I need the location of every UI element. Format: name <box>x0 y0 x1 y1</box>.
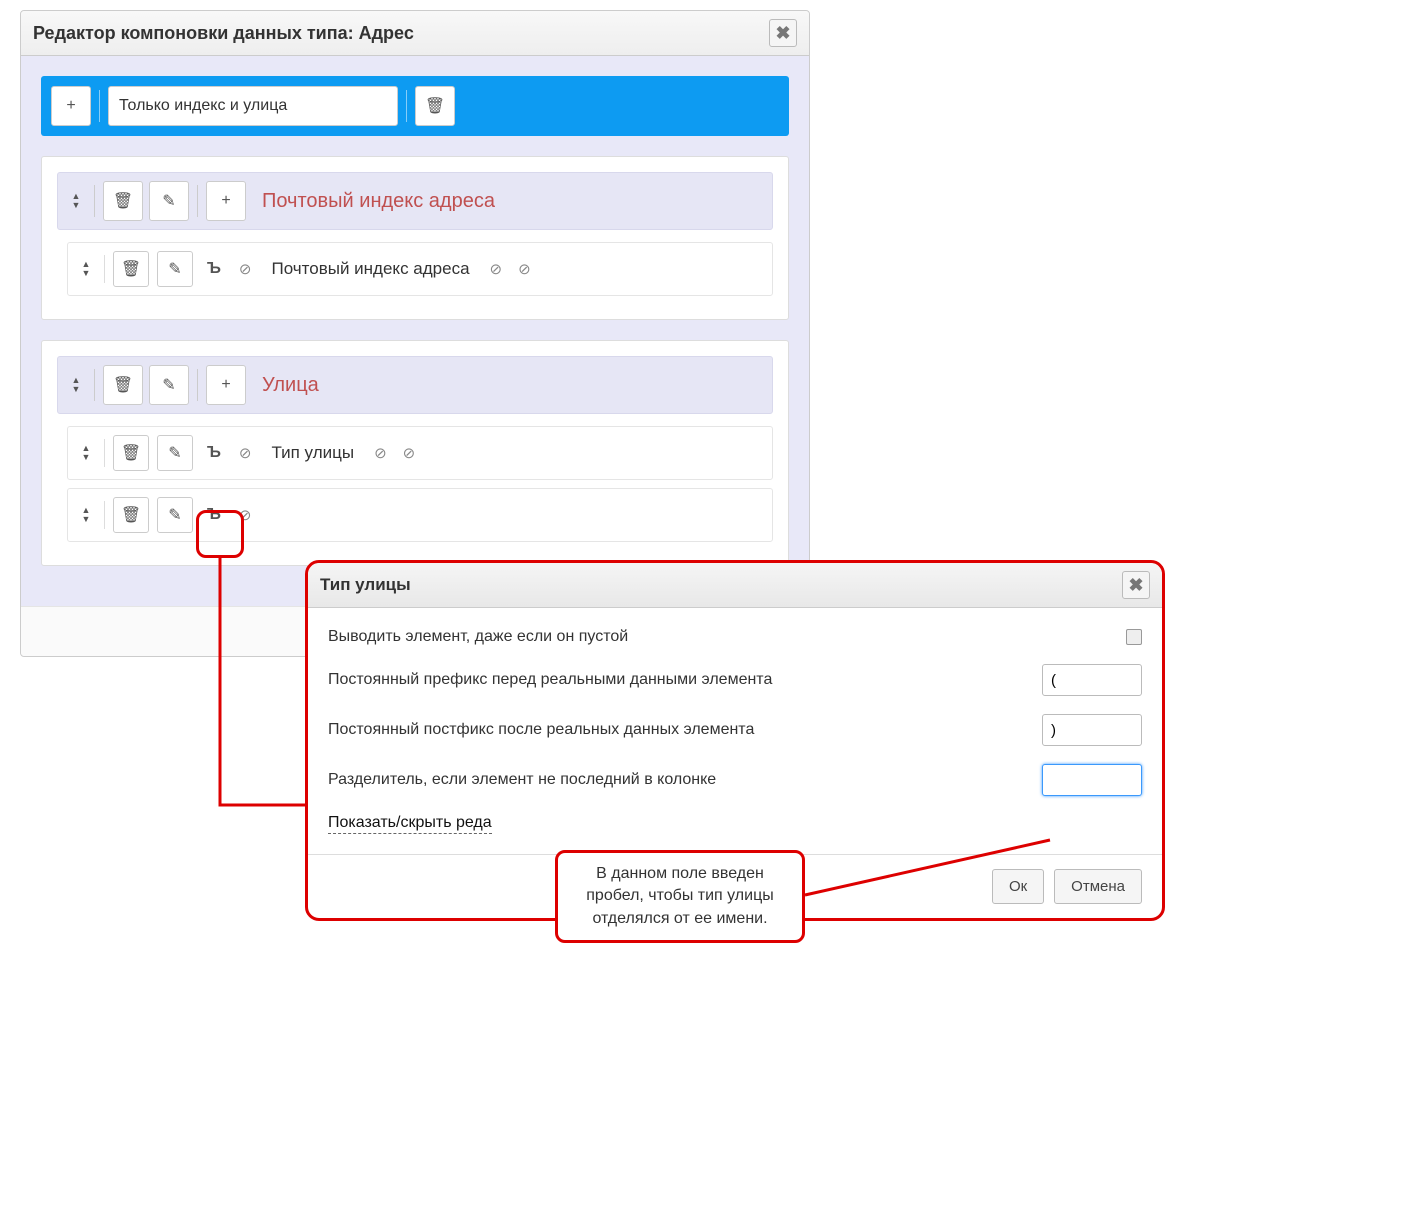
annotation-callout: В данном поле введен пробел, чтобы тип у… <box>555 850 805 943</box>
ok-button[interactable]: Ок <box>992 869 1044 904</box>
separator <box>104 439 105 467</box>
separator <box>197 185 198 217</box>
form-row-separator: Разделитель, если элемент не последний в… <box>328 764 1142 796</box>
form-row-postfix: Постоянный постфикс после реальных данны… <box>328 714 1142 746</box>
reorder-handle[interactable]: ▲▼ <box>76 506 96 524</box>
ban-icon: ⊘ <box>239 506 252 524</box>
add-layout-button[interactable]: + <box>51 86 91 126</box>
separator <box>406 90 407 122</box>
delete-section-button[interactable]: 🗑 <box>103 181 143 221</box>
close-icon: ✖ <box>1128 575 1143 596</box>
field-row: ▲▼ 🗑 ✎ Ъ ⊘ Почтовый индекс адреса ⊘ ⊘ <box>67 242 773 296</box>
toggle-editor-link[interactable]: Показать/скрыть реда <box>328 814 492 834</box>
ban-icon: ⊘ <box>403 444 416 462</box>
ban-icon: ⊘ <box>490 260 503 278</box>
close-icon: ✖ <box>775 23 790 44</box>
panel-title: Редактор компоновки данных типа: Адрес <box>33 23 414 44</box>
pencil-icon: ✎ <box>168 505 181 525</box>
section-street: ▲▼ 🗑 ✎ + Улица ▲▼ 🗑 ✎ Ъ ⊘ Тип улицы ⊘ ⊘ <box>41 340 789 566</box>
delete-section-button[interactable]: 🗑 <box>103 365 143 405</box>
trash-icon: 🗑 <box>425 96 445 116</box>
section-postal: ▲▼ 🗑 ✎ + Почтовый индекс адреса ▲▼ 🗑 ✎ Ъ… <box>41 156 789 320</box>
separator <box>197 369 198 401</box>
separator <box>94 369 95 401</box>
dialog-body: Выводить элемент, даже если он пустой По… <box>308 608 1162 854</box>
prefix-input[interactable] <box>1042 664 1142 696</box>
layout-name-input[interactable] <box>108 86 398 126</box>
section-header: ▲▼ 🗑 ✎ + Почтовый индекс адреса <box>57 172 773 230</box>
panel-header: Редактор компоновки данных типа: Адрес ✖ <box>21 11 809 56</box>
lock-icon: Ъ <box>207 260 221 278</box>
trash-icon: 🗑 <box>121 443 141 463</box>
section-header: ▲▼ 🗑 ✎ + Улица <box>57 356 773 414</box>
cancel-button[interactable]: Отмена <box>1054 869 1142 904</box>
close-button[interactable]: ✖ <box>769 19 797 47</box>
lock-icon: Ъ <box>207 444 221 462</box>
plus-icon: + <box>66 97 75 115</box>
ban-icon: ⊘ <box>374 444 387 462</box>
pencil-icon: ✎ <box>168 259 181 279</box>
plus-icon: + <box>221 192 230 210</box>
separator-label: Разделитель, если элемент не последний в… <box>328 771 716 789</box>
field-label: Тип улицы <box>272 443 355 463</box>
separator <box>104 501 105 529</box>
delete-row-button[interactable]: 🗑 <box>113 435 149 471</box>
field-row: ▲▼ 🗑 ✎ Ъ ⊘ Тип улицы ⊘ ⊘ <box>67 426 773 480</box>
form-row-show-empty: Выводить элемент, даже если он пустой <box>328 628 1142 646</box>
field-row: ▲▼ 🗑 ✎ Ъ ⊘ <box>67 488 773 542</box>
trash-icon: 🗑 <box>113 375 133 395</box>
separator <box>99 90 100 122</box>
edit-row-button[interactable]: ✎ <box>157 251 193 287</box>
separator <box>104 255 105 283</box>
trash-icon: 🗑 <box>113 191 133 211</box>
field-label: Почтовый индекс адреса <box>272 259 470 279</box>
delete-layout-button[interactable]: 🗑 <box>415 86 455 126</box>
pencil-icon: ✎ <box>162 191 175 211</box>
reorder-handle[interactable]: ▲▼ <box>66 192 86 210</box>
plus-icon: + <box>221 376 230 394</box>
annotation-text: В данном поле введен пробел, чтобы тип у… <box>586 865 774 927</box>
edit-section-button[interactable]: ✎ <box>149 365 189 405</box>
reorder-handle[interactable]: ▲▼ <box>76 260 96 278</box>
pencil-icon: ✎ <box>168 443 181 463</box>
section-title: Почтовый индекс адреса <box>262 190 495 213</box>
dialog-title: Тип улицы <box>320 575 411 595</box>
delete-row-button[interactable]: 🗑 <box>113 251 149 287</box>
ban-icon: ⊘ <box>239 444 252 462</box>
edit-row-button[interactable]: ✎ <box>157 435 193 471</box>
dialog-close-button[interactable]: ✖ <box>1122 571 1150 599</box>
panel-body: + 🗑 ▲▼ 🗑 ✎ + Почтовый индекс адреса ▲▼ <box>21 56 809 606</box>
pencil-icon: ✎ <box>162 375 175 395</box>
separator <box>94 185 95 217</box>
toggle-editor-link-wrap: Показать/скрыть реда <box>328 814 1142 834</box>
edit-section-button[interactable]: ✎ <box>149 181 189 221</box>
layout-name-bar: + 🗑 <box>41 76 789 136</box>
delete-row-button[interactable]: 🗑 <box>113 497 149 533</box>
trash-icon: 🗑 <box>121 505 141 525</box>
dialog-header: Тип улицы ✖ <box>308 563 1162 608</box>
add-row-button[interactable]: + <box>206 365 246 405</box>
reorder-handle[interactable]: ▲▼ <box>66 376 86 394</box>
section-title: Улица <box>262 374 319 397</box>
postfix-input[interactable] <box>1042 714 1142 746</box>
ban-icon: ⊘ <box>239 260 252 278</box>
add-row-button[interactable]: + <box>206 181 246 221</box>
form-row-prefix: Постоянный префикс перед реальными данны… <box>328 664 1142 696</box>
reorder-handle[interactable]: ▲▼ <box>76 444 96 462</box>
edit-row-button[interactable]: ✎ <box>157 497 193 533</box>
prefix-label: Постоянный префикс перед реальными данны… <box>328 671 772 689</box>
show-empty-label: Выводить элемент, даже если он пустой <box>328 628 628 646</box>
lock-icon: Ъ <box>207 506 221 524</box>
trash-icon: 🗑 <box>121 259 141 279</box>
ban-icon: ⊘ <box>518 260 531 278</box>
postfix-label: Постоянный постфикс после реальных данны… <box>328 721 754 739</box>
separator-input[interactable] <box>1042 764 1142 796</box>
show-empty-checkbox[interactable] <box>1126 629 1142 645</box>
